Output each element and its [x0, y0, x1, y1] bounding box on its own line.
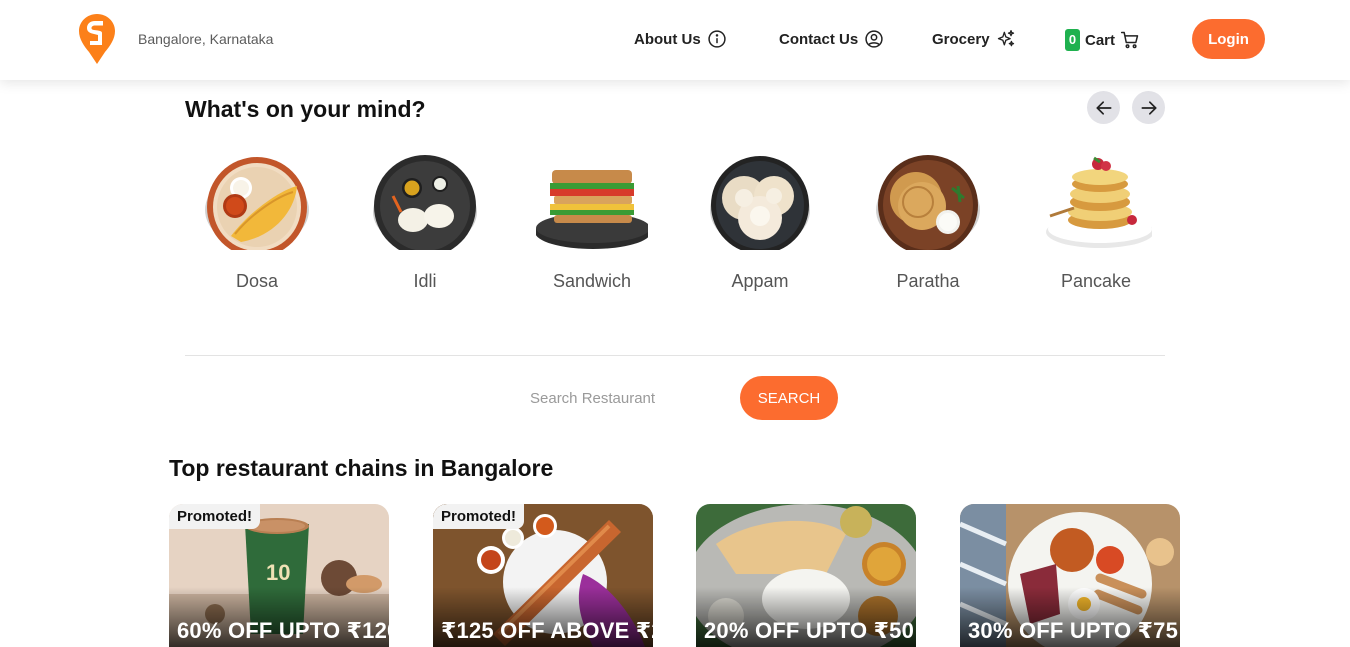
nav-grocery[interactable]: Grocery	[932, 29, 1016, 49]
pancake-image	[1046, 156, 1152, 248]
top-header: Bangalore, Karnataka About Us Contact Us…	[0, 0, 1350, 80]
dosa-image	[205, 157, 309, 250]
section-divider	[185, 355, 1165, 356]
promoted-badge: Promoted!	[433, 504, 524, 529]
nav-about-label: About Us	[634, 30, 701, 48]
info-icon	[708, 30, 726, 48]
nav-grocery-label: Grocery	[932, 30, 990, 48]
promoted-badge: Promoted!	[169, 504, 260, 529]
paratha-image	[876, 155, 980, 250]
nav-contact-us[interactable]: Contact Us	[779, 29, 884, 49]
location-text: Bangalore, Karnataka	[138, 31, 274, 47]
dish-item-appam[interactable]: Appam	[690, 150, 830, 300]
dish-item-pancake[interactable]: Pancake	[1026, 150, 1166, 300]
sparkles-icon	[997, 30, 1014, 47]
cart-icon	[1120, 31, 1139, 49]
search-button[interactable]: SEARCH	[740, 376, 838, 420]
dish-item-sandwich[interactable]: Sandwich	[522, 150, 662, 300]
dish-label: Appam	[731, 271, 789, 291]
cart-count-badge: 0	[1065, 29, 1080, 51]
nav-contact-label: Contact Us	[779, 30, 859, 48]
restaurant-card[interactable]: Promoted! ₹125 OFF ABOVE ₹249	[433, 504, 653, 647]
user-circle-icon	[865, 30, 883, 48]
arrow-left-icon	[1096, 100, 1111, 115]
login-button[interactable]: Login	[1192, 19, 1265, 59]
dish-item-paratha[interactable]: Paratha	[858, 150, 998, 300]
offer-text: ₹125 OFF ABOVE ₹249	[441, 618, 653, 643]
swiggy-logo[interactable]	[79, 14, 115, 64]
carousel-prev-button[interactable]	[1087, 91, 1120, 124]
dish-label: Idli	[413, 271, 437, 291]
dish-label: Paratha	[896, 271, 960, 291]
dish-label: Dosa	[235, 271, 279, 291]
nav-cart-label: Cart	[1085, 31, 1116, 49]
dish-item-idli[interactable]: Idli	[355, 150, 495, 300]
offer-text: 60% OFF UPTO ₹120	[177, 618, 389, 643]
appam-image	[710, 156, 810, 250]
restaurant-card[interactable]: 10 Promoted! 60% OFF UPTO ₹120	[169, 504, 389, 647]
dish-item-dosa[interactable]: Dosa	[187, 150, 327, 300]
chains-section-title: Top restaurant chains in Bangalore	[169, 455, 554, 481]
carousel-next-button[interactable]	[1132, 91, 1165, 124]
arrow-right-icon	[1141, 100, 1156, 115]
dish-label: Pancake	[1060, 271, 1132, 291]
restaurant-card[interactable]: 20% OFF UPTO ₹50	[696, 504, 916, 647]
offer-text: 30% OFF UPTO ₹75	[968, 618, 1179, 643]
nav-about-us[interactable]: About Us	[634, 29, 727, 49]
idli-image	[373, 155, 477, 250]
restaurant-card[interactable]: 30% OFF UPTO ₹75	[960, 504, 1180, 647]
dish-label: Sandwich	[552, 271, 632, 291]
mind-section-title: What's on your mind?	[185, 96, 426, 122]
offer-text: 20% OFF UPTO ₹50	[704, 618, 915, 643]
nav-cart[interactable]: 0 Cart	[1065, 29, 1140, 51]
search-restaurant-input[interactable]	[530, 383, 720, 413]
svg-text:10: 10	[266, 560, 290, 585]
sandwich-image	[536, 170, 648, 249]
